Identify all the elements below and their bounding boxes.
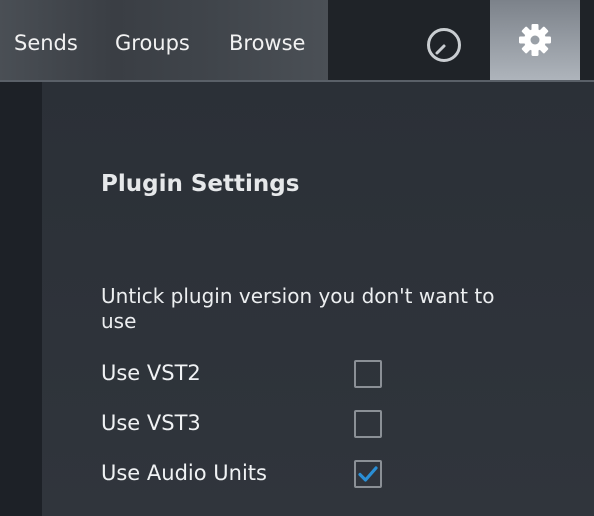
option-label-vst2: Use VST2 <box>101 361 201 385</box>
audio-units-checkbox[interactable] <box>354 460 382 488</box>
settings-button[interactable] <box>490 0 580 80</box>
vst2-checkbox[interactable] <box>354 360 382 388</box>
top-toolbar: Sends Groups Browse <box>0 0 594 82</box>
gear-icon <box>519 24 551 56</box>
tab-sends[interactable]: Sends <box>14 0 78 80</box>
left-rail <box>0 82 42 516</box>
page-title: Plugin Settings <box>101 171 300 197</box>
option-label-audio-units: Use Audio Units <box>101 461 267 485</box>
tab-browse[interactable]: Browse <box>229 0 305 80</box>
option-label-vst3: Use VST3 <box>101 411 201 435</box>
meter-dial-icon <box>427 28 461 62</box>
instructions-text: Untick plugin version you don't want to … <box>101 284 495 333</box>
tabs-strip: Sends Groups Browse <box>0 0 328 80</box>
tab-groups[interactable]: Groups <box>115 0 190 80</box>
checkmark-icon <box>358 466 378 482</box>
meter-button[interactable] <box>424 25 464 65</box>
vst3-checkbox[interactable] <box>354 410 382 438</box>
